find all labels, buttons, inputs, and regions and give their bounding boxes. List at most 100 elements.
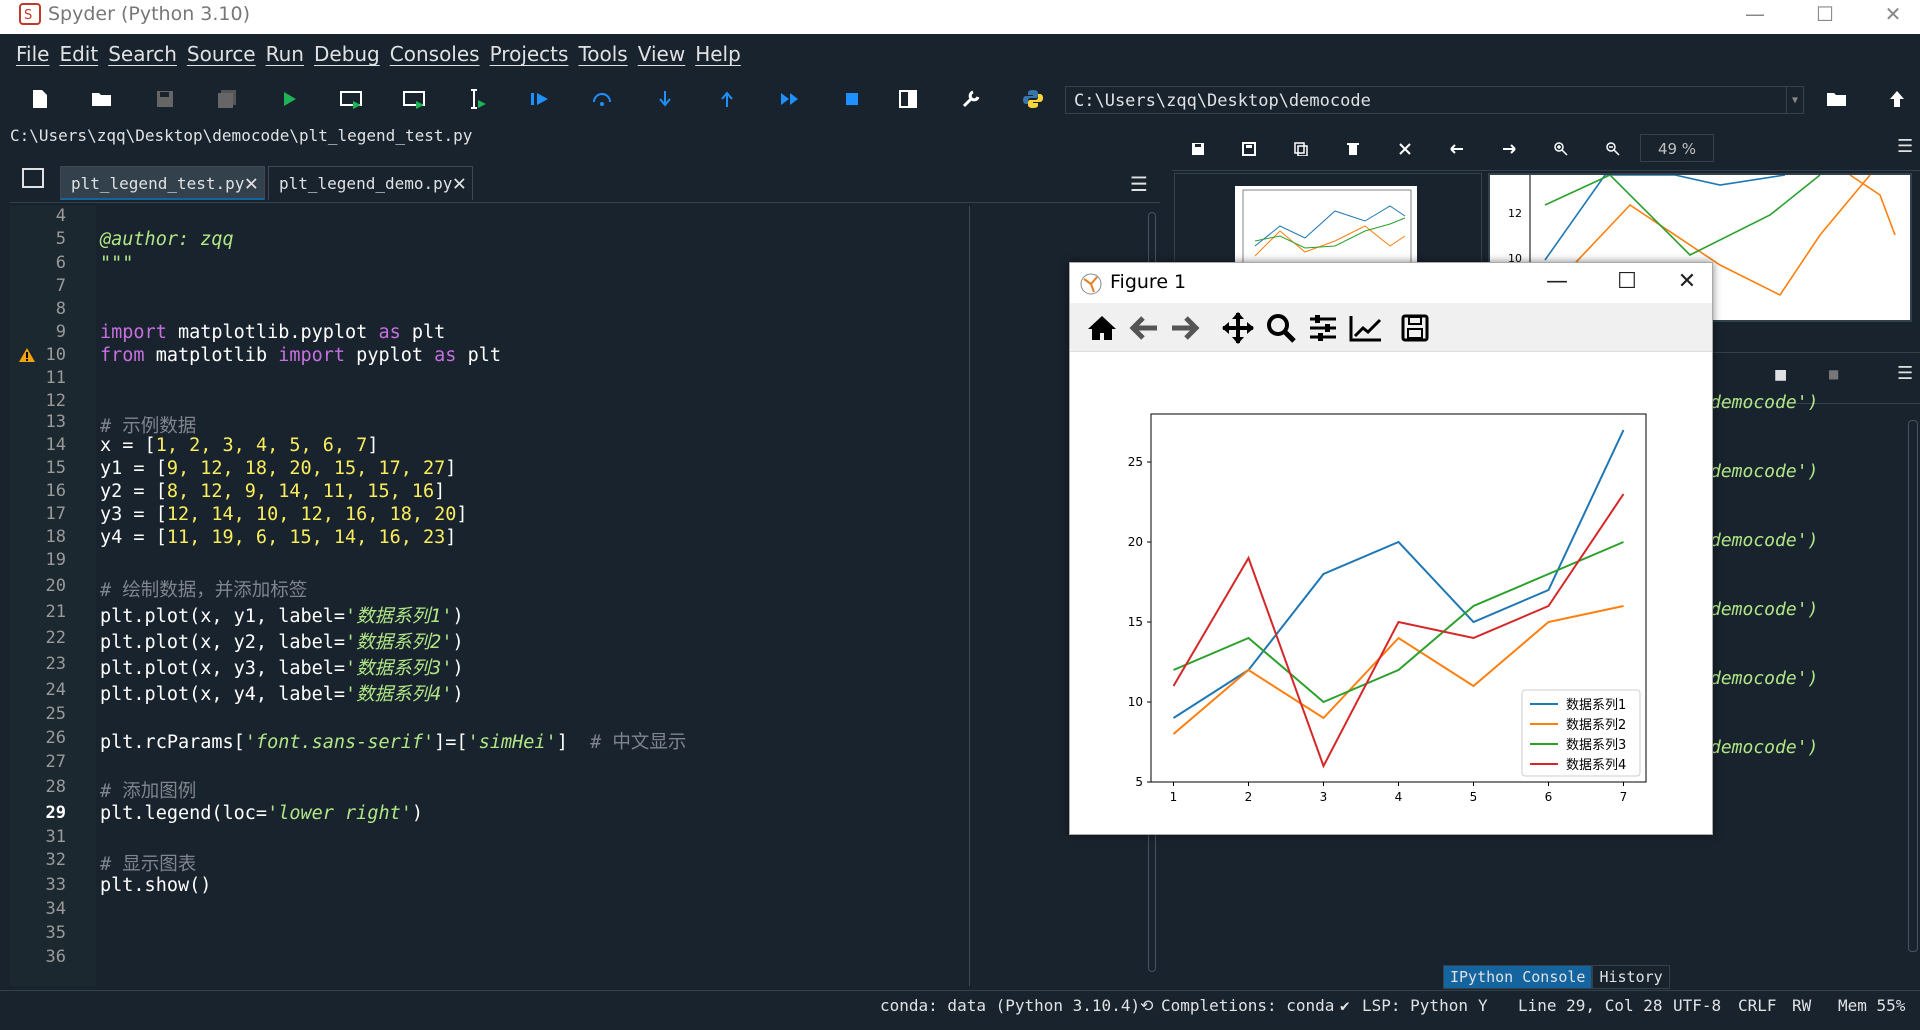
menu-source[interactable]: Source <box>187 42 256 66</box>
menu-run[interactable]: Run <box>266 42 304 66</box>
minimize-button[interactable]: — <box>1720 0 1790 30</box>
save-plot-icon[interactable] <box>1187 140 1209 158</box>
menu-help[interactable]: Help <box>695 42 741 66</box>
chevron-down-icon[interactable]: ▼ <box>1786 87 1803 113</box>
line-number: 7 <box>55 276 66 296</box>
menu-edit[interactable]: Edit <box>59 42 98 66</box>
run-selection-icon[interactable] <box>462 84 492 114</box>
pan-move-icon[interactable] <box>1220 311 1256 345</box>
code-editor[interactable]: @author: zqq """ import matplotlib.pyplo… <box>98 206 1153 986</box>
preferences-wrench-icon[interactable] <box>956 84 986 114</box>
plots-options-menu-icon[interactable]: ☰ <box>1897 136 1913 157</box>
maximize-pane-icon[interactable] <box>893 84 923 114</box>
line-number: 31 <box>45 827 66 847</box>
spyder-logo-icon: S <box>19 3 41 25</box>
menu-view[interactable]: View <box>638 42 685 66</box>
remove-all-plots-icon[interactable] <box>1394 140 1416 158</box>
browse-directory-icon[interactable] <box>1822 84 1852 114</box>
plot-thumbnail[interactable] <box>1235 186 1417 268</box>
parent-directory-icon[interactable] <box>1882 84 1912 114</box>
remove-plot-icon[interactable] <box>1342 140 1364 158</box>
git-branch-icon: Y <box>1478 996 1488 1015</box>
figure-canvas[interactable]: 1 2 3 4 5 6 7 5 10 15 20 25 数据系列1 数据系列2 数据系列3 数据系列4 <box>1070 352 1710 832</box>
browse-tabs-icon[interactable] <box>22 168 44 188</box>
new-file-icon[interactable] <box>25 84 55 114</box>
code-line-31: # 显示图表 <box>100 854 197 875</box>
configure-subplots-icon[interactable] <box>1305 311 1341 345</box>
line-number: 32 <box>45 850 66 870</box>
zoom-magnifier-icon[interactable] <box>1263 311 1299 345</box>
python-path-icon[interactable] <box>1018 84 1048 114</box>
line-number: 18 <box>45 527 66 547</box>
run-cell-advance-icon[interactable] <box>400 84 430 114</box>
figure-close-button[interactable]: ✕ <box>1662 267 1712 297</box>
previous-plot-icon[interactable] <box>1446 140 1468 158</box>
close-button[interactable]: ✕ <box>1858 0 1920 30</box>
working-directory-combobox[interactable]: C:\Users\zqq\Desktop\democode ▼ <box>1065 86 1804 114</box>
x-tick-label: 7 <box>1620 790 1628 804</box>
forward-arrow-icon[interactable] <box>1167 311 1203 345</box>
tab-ipython-console[interactable]: IPython Console <box>1443 965 1593 989</box>
y-tick-label: 5 <box>1135 775 1143 789</box>
close-tab-icon[interactable]: ✕ <box>245 167 258 201</box>
next-plot-icon[interactable] <box>1498 140 1520 158</box>
menu-file[interactable]: File <box>16 42 49 66</box>
menu-tools[interactable]: Tools <box>578 42 627 66</box>
figure-maximize-button[interactable]: ☐ <box>1602 267 1652 297</box>
save-icon[interactable] <box>150 84 180 114</box>
save-all-plots-icon[interactable] <box>1238 140 1260 158</box>
menu-search[interactable]: Search <box>108 42 177 66</box>
line-number: 33 <box>45 875 66 895</box>
tab-history[interactable]: History <box>1592 965 1670 989</box>
line-number: 16 <box>45 481 66 501</box>
console-line: democode') <box>1710 668 1819 689</box>
clear-console-icon[interactable]: ■ <box>1774 367 1787 383</box>
stop-console-icon[interactable]: ■ <box>1828 367 1839 381</box>
zoom-level-field[interactable]: 49 % <box>1640 134 1714 162</box>
console-scrollbar[interactable] <box>1908 420 1918 952</box>
edit-axes-icon[interactable] <box>1348 311 1384 345</box>
legend-label: 数据系列4 <box>1566 758 1626 773</box>
line-number: 4 <box>55 206 66 226</box>
debug-icon[interactable] <box>525 84 555 114</box>
close-tab-icon[interactable]: ✕ <box>453 167 466 201</box>
line-number: 22 <box>45 628 66 648</box>
menu-debug[interactable]: Debug <box>314 42 380 66</box>
step-into-icon[interactable] <box>650 84 680 114</box>
tab-plt-legend-demo[interactable]: plt_legend_demo.py ✕ <box>268 166 473 200</box>
menu-consoles[interactable]: Consoles <box>390 42 480 66</box>
copy-plot-icon[interactable] <box>1290 140 1312 158</box>
editor-file-path: C:\Users\zqq\Desktop\democode\plt_legend… <box>10 126 473 145</box>
line-number: 34 <box>45 899 66 919</box>
y-tick-label: 20 <box>1128 535 1143 549</box>
lsp-status[interactable]: LSP: Python <box>1362 996 1468 1015</box>
run-cell-icon[interactable] <box>337 84 367 114</box>
matplotlib-logo-icon <box>1080 273 1102 295</box>
step-over-icon[interactable] <box>587 84 617 114</box>
x-tick-label: 3 <box>1320 790 1328 804</box>
conda-env-status[interactable]: conda: data (Python 3.10.4) <box>880 996 1140 1015</box>
console-line: democode') <box>1710 599 1819 620</box>
run-icon[interactable] <box>275 84 305 114</box>
save-all-icon[interactable] <box>212 84 242 114</box>
tab-options-menu-icon[interactable]: ☰ <box>1130 172 1148 196</box>
stop-icon[interactable] <box>837 84 867 114</box>
back-arrow-icon[interactable] <box>1126 311 1162 345</box>
zoom-in-icon[interactable] <box>1550 140 1572 158</box>
line-number: 29 <box>45 803 66 823</box>
maximize-button[interactable]: ☐ <box>1790 0 1860 30</box>
completions-status[interactable]: Completions: conda <box>1161 996 1334 1015</box>
continue-icon[interactable] <box>775 84 805 114</box>
figure-toolbar <box>1070 303 1712 352</box>
console-line: democode') <box>1710 530 1819 551</box>
save-figure-icon[interactable] <box>1397 311 1433 345</box>
menu-projects[interactable]: Projects <box>490 42 569 66</box>
tab-plt-legend-test[interactable]: plt_legend_test.py ✕ <box>60 166 265 200</box>
console-options-menu-icon[interactable]: ☰ <box>1897 363 1913 384</box>
zoom-out-icon[interactable] <box>1602 140 1624 158</box>
home-icon[interactable] <box>1084 311 1120 345</box>
step-return-icon[interactable] <box>712 84 742 114</box>
figure-minimize-button[interactable]: — <box>1532 267 1582 297</box>
line-number: 25 <box>45 704 66 724</box>
open-file-icon[interactable] <box>87 84 117 114</box>
